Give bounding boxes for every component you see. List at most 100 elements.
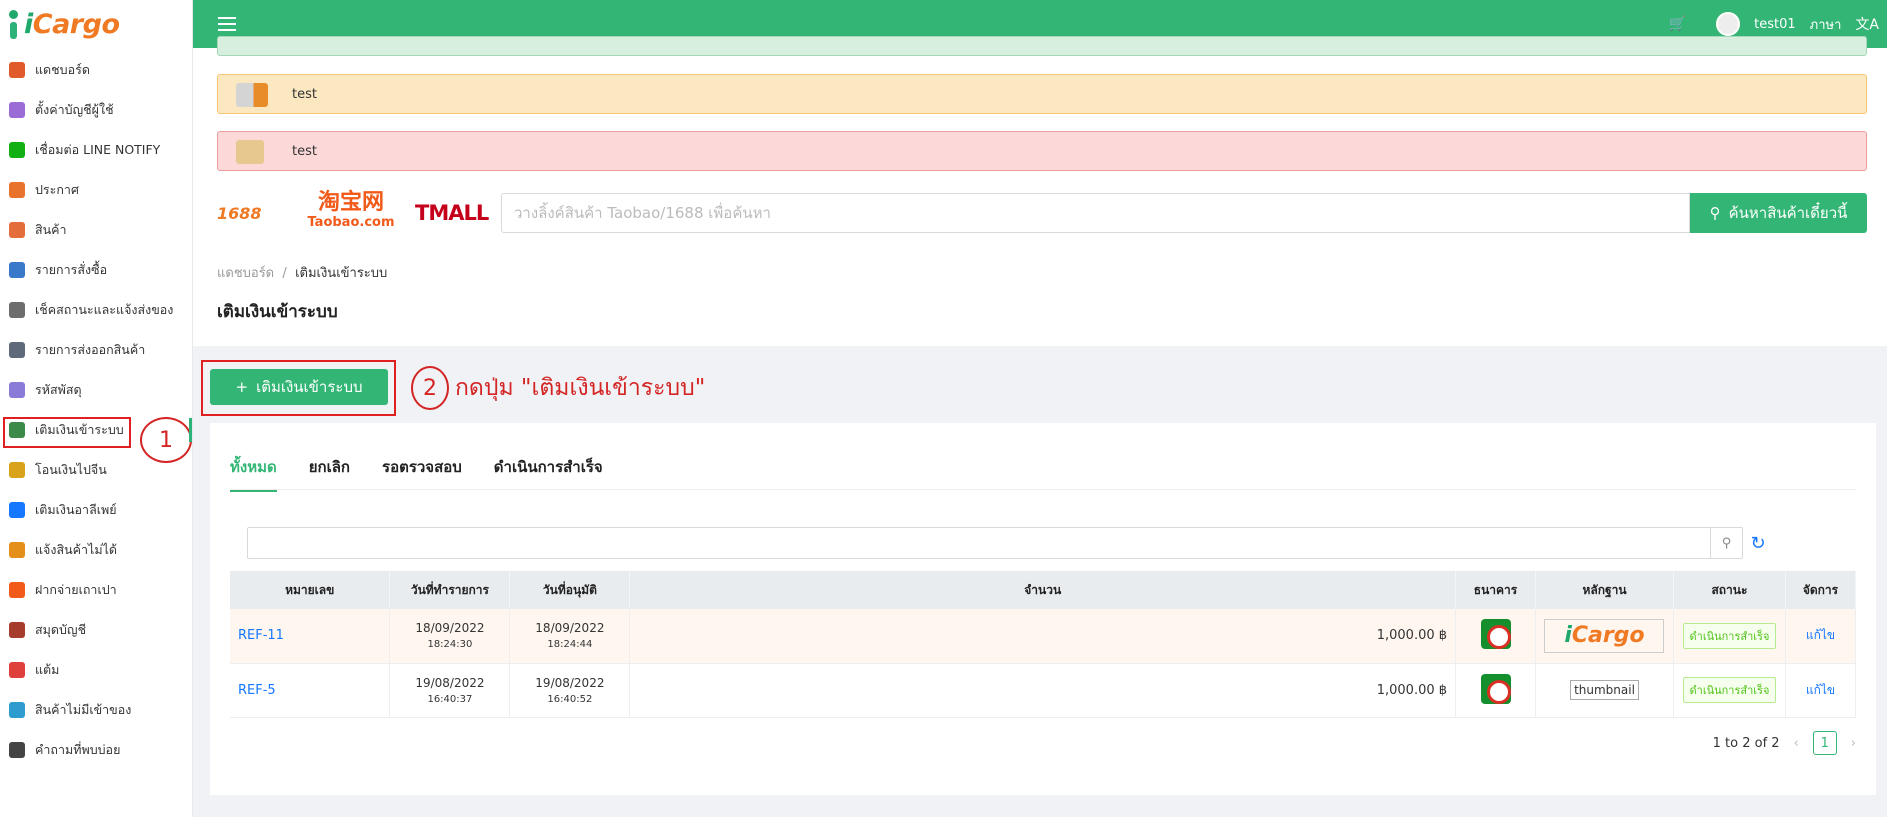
logo[interactable]: iCargo bbox=[0, 0, 192, 48]
col-created: วันที่ทำรายการ bbox=[389, 571, 511, 609]
brand-taobao-logo[interactable]: 淘宝网 Taobao.com bbox=[303, 192, 399, 233]
amount-cell: 1,000.00 ฿ bbox=[629, 609, 1457, 664]
sidebar-item[interactable]: ตั้งค่าบัญชีผู้ใช้ bbox=[0, 90, 192, 130]
col-action: จัดการ bbox=[1785, 571, 1857, 609]
topup-table: หมายเลข วันที่ทำรายการ วันที่อนุมัติ จำน… bbox=[230, 571, 1857, 718]
sidebar-item-label: ตั้งค่าบัญชีผู้ใช้ bbox=[35, 102, 114, 117]
points-icon bbox=[9, 662, 25, 678]
ref-link[interactable]: REF-5 bbox=[230, 663, 391, 718]
coin-icon bbox=[9, 462, 25, 478]
amount-cell: 1,000.00 ฿ bbox=[629, 663, 1457, 718]
edit-link[interactable]: แก้ไข bbox=[1785, 609, 1857, 664]
approved-cell: 19/08/2022 16:40:52 bbox=[509, 663, 631, 718]
search-icon[interactable]: ⚲ bbox=[1710, 528, 1742, 558]
alert-yellow: test bbox=[217, 74, 1867, 114]
brand-tmall-logo[interactable]: TMALL bbox=[415, 201, 489, 225]
table-search-input[interactable]: ⚲ bbox=[247, 527, 1743, 559]
search-icon: ⚲ bbox=[1709, 204, 1721, 222]
sidebar-item-label: แต้ม bbox=[35, 662, 60, 677]
sidebar-item-label: ฝากจ่ายเถาเปา bbox=[35, 582, 117, 597]
annotation-box-1 bbox=[3, 417, 131, 448]
translate-icon[interactable]: 文A bbox=[1855, 14, 1879, 34]
annotation-text-2: กดปุ่ม "เติมเงินเข้าระบบ" bbox=[455, 375, 706, 401]
tab-completed[interactable]: ดำเนินการสำเร็จ bbox=[494, 455, 603, 492]
ref-link[interactable]: REF-11 bbox=[230, 609, 391, 664]
kbank-icon bbox=[1480, 673, 1511, 704]
language-label[interactable]: ภาษา bbox=[1810, 14, 1842, 35]
status-badge: ดำเนินการสำเร็จ bbox=[1682, 677, 1777, 703]
sidebar-item[interactable]: แต้ม bbox=[0, 650, 192, 690]
truck-image bbox=[236, 83, 268, 107]
pagination: 1 to 2 of 2 ‹ 1 › bbox=[1713, 731, 1856, 755]
sidebar-item[interactable]: คำถามที่พบบ่อย bbox=[0, 730, 192, 770]
status-icon bbox=[9, 302, 25, 318]
tab-all[interactable]: ทั้งหมด bbox=[230, 455, 277, 492]
add-topup-button[interactable]: + เติมเงินเข้าระบบ bbox=[210, 369, 388, 405]
username[interactable]: test01 bbox=[1754, 17, 1796, 32]
next-page-icon[interactable]: › bbox=[1851, 736, 1856, 751]
sidebar-item[interactable]: แจ้งสินค้าไม่ได้ bbox=[0, 530, 192, 570]
bag-icon bbox=[9, 222, 25, 238]
bank-cell bbox=[1455, 609, 1536, 664]
sidebar-item-label: สินค้า bbox=[35, 222, 67, 237]
cart-icon[interactable]: 🛒 bbox=[1669, 16, 1686, 32]
search-button[interactable]: ⚲ ค้นหาสินค้าเดี๋ยวนี้ bbox=[1690, 193, 1867, 233]
pagination-summary: 1 to 2 of 2 bbox=[1712, 735, 1780, 751]
top-section: test test 1688 淘宝网 Taobao.com TMALL วางลิ… bbox=[193, 36, 1887, 346]
sidebar-item[interactable]: แดชบอร์ด bbox=[0, 50, 192, 90]
page-title: เติมเงินเข้าระบบ bbox=[217, 302, 338, 322]
tab-cancelled[interactable]: ยกเลิก bbox=[309, 455, 350, 492]
alert-red-text: test bbox=[292, 143, 317, 159]
sidebar-item[interactable]: ฝากจ่ายเถาเปา bbox=[0, 570, 192, 610]
sidebar-item-label: โอนเงินไปจีน bbox=[35, 462, 107, 477]
breadcrumb-home[interactable]: แดชบอร์ด bbox=[217, 266, 274, 281]
col-proof: หลักฐาน bbox=[1535, 571, 1674, 609]
plus-icon: + bbox=[235, 378, 249, 396]
tab-pending[interactable]: รอตรวจสอบ bbox=[382, 455, 462, 492]
sidebar-item-label: รายการส่งออกสินค้า bbox=[35, 342, 146, 357]
table-row: REF-11 18/09/2022 18:24:30 18/09/2022 18:2… bbox=[230, 609, 1857, 664]
created-cell: 18/09/2022 18:24:30 bbox=[389, 609, 511, 664]
sidebar-item[interactable]: สมุดบัญชี bbox=[0, 610, 192, 650]
sidebar-item[interactable]: ประกาศ bbox=[0, 170, 192, 210]
sidebar-item-label: เชื่อมต่อ LINE NOTIFY bbox=[35, 142, 161, 157]
edit-link[interactable]: แก้ไข bbox=[1785, 663, 1857, 718]
created-cell: 19/08/2022 16:40:37 bbox=[389, 663, 511, 718]
topup-card: ทั้งหมด ยกเลิก รอตรวจสอบ ดำเนินการสำเร็จ… bbox=[210, 423, 1876, 795]
prev-page-icon[interactable]: ‹ bbox=[1794, 736, 1799, 751]
sidebar-item-label: เติมเงินอาลีเพย์ bbox=[35, 502, 117, 517]
sidebar-item[interactable]: สินค้า bbox=[0, 210, 192, 250]
sidebar-item-label: แดชบอร์ด bbox=[35, 62, 90, 77]
report-icon bbox=[9, 542, 25, 558]
sidebar-item[interactable]: โอนเงินไปจีน bbox=[0, 450, 192, 490]
brand-1688-logo[interactable]: 1688 bbox=[217, 204, 287, 223]
taobao-icon bbox=[9, 582, 25, 598]
alert-yellow-text: test bbox=[292, 86, 317, 102]
proof-image[interactable]: i Cargo bbox=[1544, 618, 1665, 653]
sidebar-item[interactable]: สินค้าไม่มีเข้าของ bbox=[0, 690, 192, 730]
annotation-step-2: 2 กดปุ่ม "เติมเงินเข้าระบบ" bbox=[411, 366, 705, 410]
tab-divider bbox=[230, 489, 1856, 490]
sidebar-item[interactable]: รายการสั่งซื้อ bbox=[0, 250, 192, 290]
search-input[interactable]: วางลิ้งค์สินค้า Taobao/1688 เพื่อค้นหา bbox=[501, 193, 1690, 233]
sidebar-item[interactable]: รายการส่งออกสินค้า bbox=[0, 330, 192, 370]
menu-toggle-icon[interactable] bbox=[218, 17, 236, 31]
sidebar-item[interactable]: รหัสพัสดุ bbox=[0, 370, 192, 410]
sidebar-item[interactable]: เช็คสถานะและแจ้งส่งของ bbox=[0, 290, 192, 330]
sidebar-item[interactable]: เติมเงินอาลีเพย์ bbox=[0, 490, 192, 530]
breadcrumb: แดชบอร์ด / เติมเงินเข้าระบบ bbox=[217, 262, 387, 283]
sidebar-item[interactable]: เติมเงินเข้าระบบ 1 bbox=[0, 410, 192, 463]
refresh-icon[interactable]: ↻ bbox=[1742, 529, 1774, 557]
logo-text: iCargo bbox=[24, 8, 120, 40]
alert-green bbox=[217, 36, 1867, 56]
proof-thumbnail[interactable]: thumbnail bbox=[1570, 680, 1639, 700]
search-row: 1688 淘宝网 Taobao.com TMALL วางลิ้งค์สินค้า… bbox=[217, 192, 1867, 234]
sidebar-item[interactable]: เชื่อมต่อ LINE NOTIFY bbox=[0, 130, 192, 170]
avatar[interactable] bbox=[1716, 12, 1741, 36]
annotation-number-2: 2 bbox=[411, 366, 449, 410]
proof-cell: i Cargo bbox=[1535, 609, 1674, 664]
no-owner-icon bbox=[9, 702, 25, 718]
page-button[interactable]: 1 bbox=[1812, 731, 1837, 755]
truck-icon bbox=[9, 342, 25, 358]
faq-icon bbox=[9, 742, 25, 758]
